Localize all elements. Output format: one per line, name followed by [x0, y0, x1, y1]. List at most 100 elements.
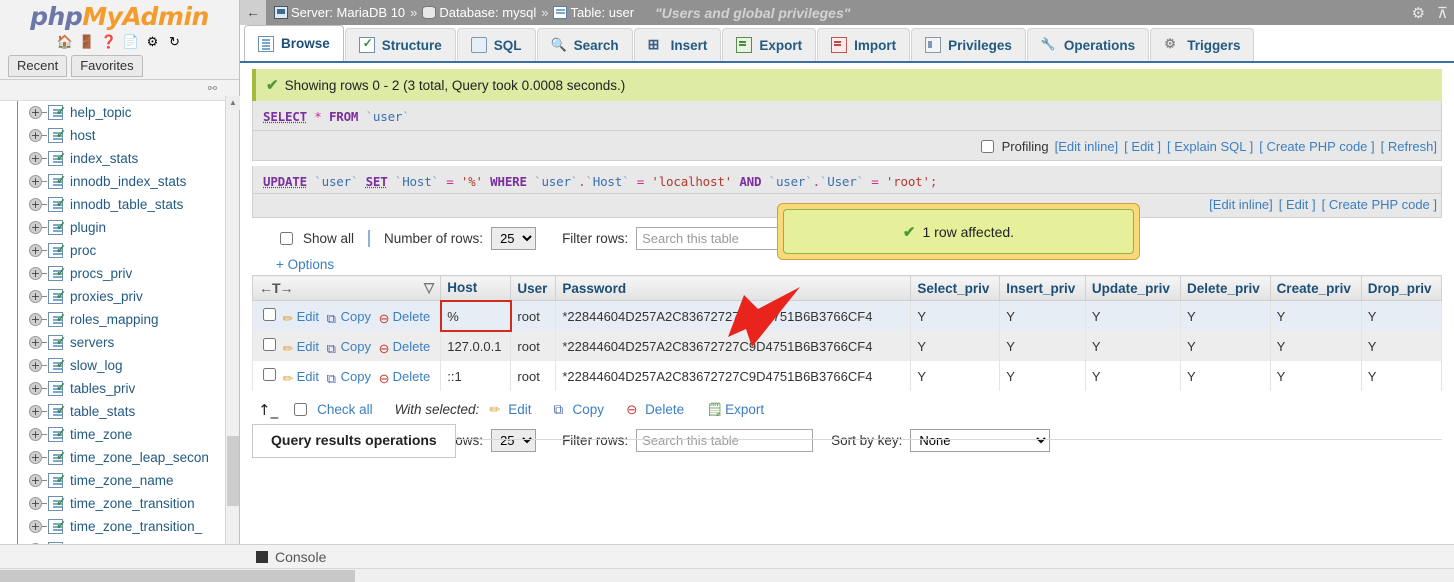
expand-icon[interactable]: + [29, 129, 42, 142]
row-edit-link[interactable]: ✏Edit [283, 369, 319, 384]
cell-priv-3[interactable]: Y [1180, 331, 1270, 361]
row-actions[interactable]: ✏Edit ⧉Copy ⊖Delete [253, 301, 441, 332]
tab-import[interactable]: Import [817, 28, 910, 61]
scrollbar-thumb[interactable] [227, 436, 239, 506]
cell-priv-5[interactable]: Y [1361, 331, 1441, 361]
cell-priv-3[interactable]: Y [1180, 361, 1270, 391]
expand-icon[interactable]: + [29, 382, 42, 395]
tree-item-index_stats[interactable]: +✓index_stats [24, 147, 225, 170]
page-hscroll-thumb[interactable] [0, 570, 355, 582]
settings-icon[interactable]: ⚙ [145, 34, 161, 50]
header-host[interactable]: Host [441, 276, 511, 301]
home-icon[interactable]: 🏠 [57, 34, 73, 50]
header-drop-priv[interactable]: Drop_priv [1361, 276, 1441, 301]
tab-triggers[interactable]: Triggers [1150, 28, 1254, 61]
expand-icon[interactable]: + [29, 359, 42, 372]
link-edit-inline-1[interactable]: [Edit inline] [1055, 139, 1119, 154]
expand-icon[interactable]: + [29, 106, 42, 119]
cell-priv-4[interactable]: Y [1270, 331, 1361, 361]
expand-icon[interactable]: + [29, 336, 42, 349]
row-copy-link[interactable]: ⧉Copy [327, 369, 371, 384]
expand-icon[interactable]: + [29, 497, 42, 510]
console-toggle[interactable]: Console [248, 545, 338, 569]
header-delete-priv[interactable]: Delete_priv [1180, 276, 1270, 301]
tree-item-time_zone_leap_secon[interactable]: +✓time_zone_leap_secon [24, 446, 225, 469]
profiling-checkbox[interactable] [981, 140, 994, 153]
cell-host[interactable]: 127.0.0.1 [441, 331, 511, 361]
row-select-checkbox[interactable] [263, 368, 276, 381]
gear-icon[interactable]: ⚙ [1412, 4, 1425, 22]
tree-item-tables_priv[interactable]: +✓tables_priv [24, 377, 225, 400]
expand-icon[interactable]: + [29, 313, 42, 326]
cell-user[interactable]: root [511, 301, 556, 332]
tree-item-proxies_priv[interactable]: +✓proxies_priv [24, 285, 225, 308]
row-delete-link[interactable]: ⊖Delete [379, 339, 431, 354]
bulk-copy-link[interactable]: ⧉Copy [554, 402, 605, 418]
cell-priv-2[interactable]: Y [1085, 301, 1180, 332]
sql-query-1[interactable]: SELECT * FROM `user` [263, 109, 1431, 124]
breadcrumb-table[interactable]: Table: user [570, 5, 634, 20]
cell-priv-0[interactable]: Y [911, 301, 1000, 332]
tree-item-help_topic[interactable]: +✓help_topic [24, 101, 225, 124]
header-update-priv[interactable]: Update_priv [1085, 276, 1180, 301]
link-edit-1[interactable]: [ Edit ] [1124, 139, 1161, 154]
row-copy-link[interactable]: ⧉Copy [327, 309, 371, 324]
expand-icon[interactable]: + [29, 267, 42, 280]
number-of-rows-bottom-select[interactable]: 25 [491, 429, 536, 452]
tree-item-innodb_table_stats[interactable]: +✓innodb_table_stats [24, 193, 225, 216]
expand-icon[interactable]: + [29, 221, 42, 234]
nav-arrows[interactable]: ←T→ [259, 280, 293, 296]
header-create-priv[interactable]: Create_priv [1270, 276, 1361, 301]
tree-item-time_zone_name[interactable]: +✓time_zone_name [24, 469, 225, 492]
link-explain-sql[interactable]: [ Explain SQL ] [1167, 139, 1253, 154]
cell-user[interactable]: root [511, 331, 556, 361]
help-icon[interactable]: ❓ [101, 34, 117, 50]
tab-recent[interactable]: Recent [8, 55, 67, 77]
tree-item-plugin[interactable]: +✓plugin [24, 216, 225, 239]
bulk-export-link[interactable]: 🗒Export [706, 402, 764, 418]
sql-query-2[interactable]: UPDATE `user` SET `Host` = '%' WHERE `us… [263, 174, 1431, 189]
row-edit-link[interactable]: ✏Edit [283, 339, 319, 354]
cell-priv-2[interactable]: Y [1085, 361, 1180, 391]
expand-icon[interactable]: + [29, 290, 42, 303]
tree-item-time_zone_transition[interactable]: +✓time_zone_transition [24, 492, 225, 515]
expand-icon[interactable]: + [29, 198, 42, 211]
scroll-up-icon[interactable]: ▲ [226, 96, 240, 110]
link-create-php-code-1[interactable]: [ Create PHP code ] [1259, 139, 1374, 154]
expand-icon[interactable]: + [29, 474, 42, 487]
expand-icon[interactable]: + [29, 405, 42, 418]
tab-search[interactable]: Search [537, 28, 633, 61]
tree-item-time_zone[interactable]: +✓time_zone [24, 423, 225, 446]
check-all-label[interactable]: Check all [290, 400, 373, 419]
check-all-checkbox[interactable] [294, 403, 307, 416]
tree-item-procs_priv[interactable]: +✓procs_priv [24, 262, 225, 285]
tree-item-table_stats[interactable]: +✓table_stats [24, 400, 225, 423]
cell-user[interactable]: root [511, 361, 556, 391]
header-select-priv[interactable]: Select_priv [911, 276, 1000, 301]
cell-priv-5[interactable]: Y [1361, 361, 1441, 391]
cell-priv-4[interactable]: Y [1270, 361, 1361, 391]
tree-item-slow_log[interactable]: +✓slow_log [24, 354, 225, 377]
expand-icon[interactable]: + [29, 428, 42, 441]
row-actions[interactable]: ✏Edit ⧉Copy ⊖Delete [253, 361, 441, 391]
tab-privileges[interactable]: Privileges [911, 28, 1026, 61]
breadcrumb-server[interactable]: Server: MariaDB 10 [291, 5, 405, 20]
breadcrumb-database[interactable]: Database: mysql [439, 5, 536, 20]
tab-operations[interactable]: Operations [1027, 28, 1149, 61]
table-row[interactable]: ✏Edit ⧉Copy ⊖Delete%root*22844604D257A2C… [253, 301, 1442, 332]
tab-browse[interactable]: Browse [244, 25, 344, 61]
cell-priv-2[interactable]: Y [1085, 331, 1180, 361]
cell-priv-1[interactable]: Y [1000, 361, 1086, 391]
link-edit-inline-2[interactable]: [Edit inline] [1209, 197, 1273, 212]
cell-priv-1[interactable]: Y [1000, 301, 1086, 332]
table-row[interactable]: ✏Edit ⧉Copy ⊖Delete127.0.0.1root*2284460… [253, 331, 1442, 361]
header-insert-priv[interactable]: Insert_priv [1000, 276, 1086, 301]
tree-item-host[interactable]: +✓host [24, 124, 225, 147]
show-all-top-checkbox[interactable] [280, 232, 293, 245]
reload-icon[interactable]: ↻ [167, 34, 183, 50]
row-copy-link[interactable]: ⧉Copy [327, 339, 371, 354]
select-all-arrow-icon[interactable]: ↑_ [258, 401, 278, 419]
row-select-checkbox[interactable] [263, 338, 276, 351]
tab-structure[interactable]: Structure [345, 28, 456, 61]
docs-icon[interactable]: 📄 [123, 34, 139, 50]
